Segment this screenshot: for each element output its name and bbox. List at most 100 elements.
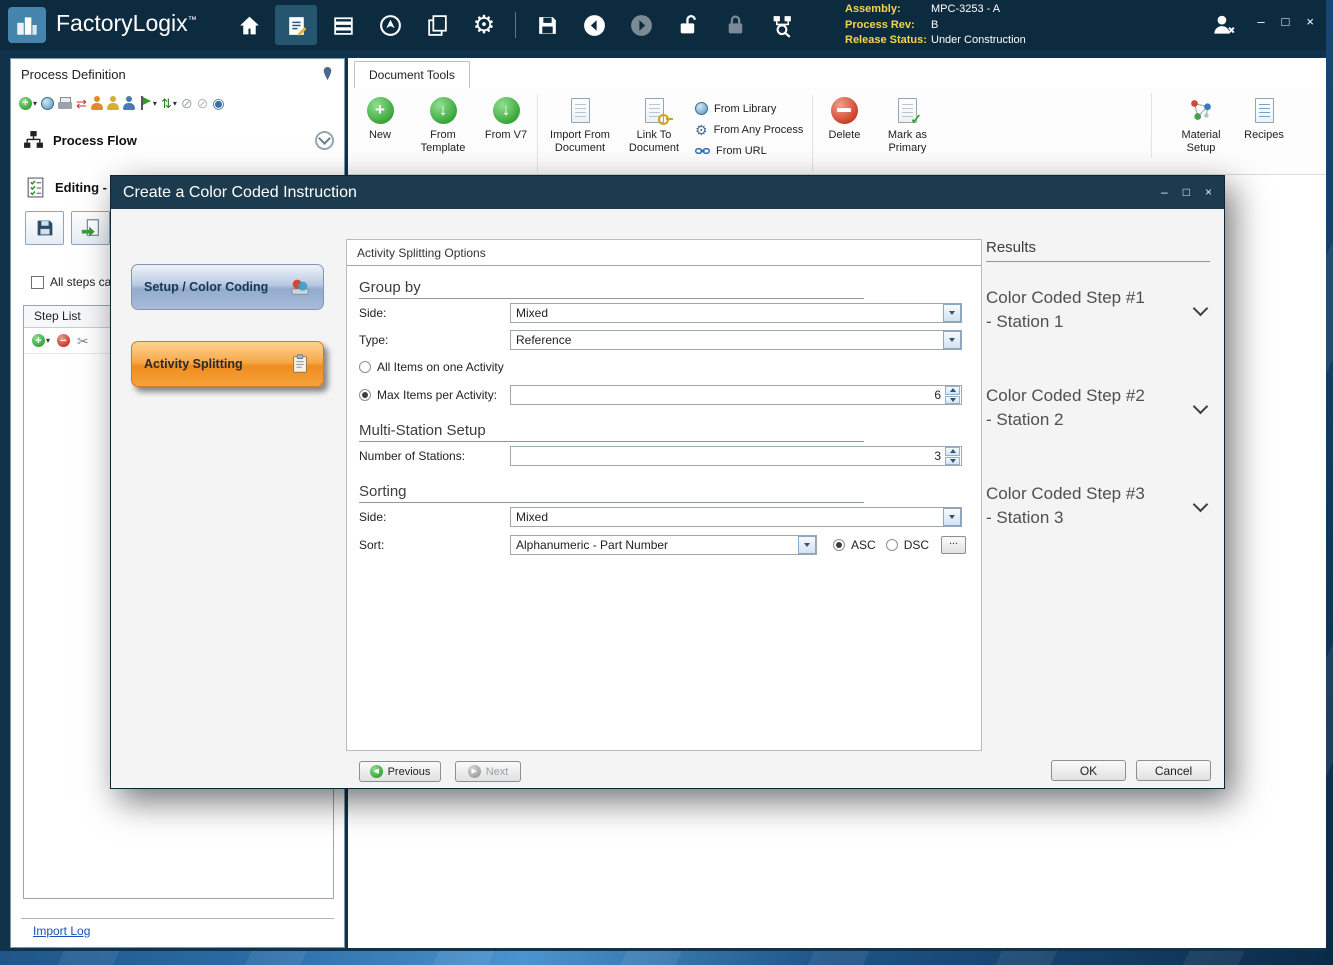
chevron-down-icon[interactable] xyxy=(1193,399,1209,415)
add-step-icon[interactable]: +▾ xyxy=(19,94,37,112)
dropdown-arrow-icon[interactable] xyxy=(943,331,961,349)
previous-button[interactable]: ◀ Previous xyxy=(359,761,441,782)
from-library-button[interactable]: From Library xyxy=(695,99,803,118)
disable-icon[interactable]: ⊘ xyxy=(181,94,193,112)
app-titlebar: FactoryLogix™ ⚙ xyxy=(0,0,1326,50)
process-gears-icon: ⚙ xyxy=(695,123,708,137)
material-setup-button[interactable]: Material Setup xyxy=(1164,93,1238,158)
settings-gear-icon[interactable]: ⚙ xyxy=(463,5,505,45)
logout-user-icon[interactable] xyxy=(1205,8,1241,42)
mark-as-primary-button[interactable]: ✓ Mark as Primary xyxy=(870,93,944,158)
forward-icon xyxy=(620,5,662,45)
delete-button[interactable]: Delete xyxy=(818,93,870,145)
stop-icon[interactable]: ⊘ xyxy=(197,94,209,112)
process-flow-label: Process Flow xyxy=(53,133,137,148)
dialog-title: Create a Color Coded Instruction xyxy=(123,176,357,209)
result-item[interactable]: Color Coded Step #1 - Station 1 xyxy=(986,286,1210,334)
spin-up-icon[interactable] xyxy=(945,386,960,395)
spin-down-icon[interactable] xyxy=(945,396,960,405)
delete-circle-icon xyxy=(831,97,858,124)
process-definition-icon[interactable] xyxy=(275,5,317,45)
dropdown-arrow-icon[interactable] xyxy=(943,304,961,322)
record-icon[interactable]: ◉ xyxy=(212,94,224,112)
process-rev-value: B xyxy=(931,19,938,31)
dropdown-arrow-icon[interactable] xyxy=(943,508,961,526)
all-items-radio[interactable] xyxy=(359,361,371,373)
stations-stepper[interactable]: 3 xyxy=(510,446,962,466)
save-step-button[interactable] xyxy=(25,211,64,245)
maximize-button[interactable]: □ xyxy=(1282,15,1290,28)
reorder-icon[interactable]: ⇅▾ xyxy=(161,94,177,112)
nav-setup-color-coding[interactable]: Setup / Color Coding xyxy=(131,264,324,310)
link-to-document-button[interactable]: Link To Document xyxy=(617,93,691,158)
dropdown-arrow-icon[interactable] xyxy=(798,536,816,554)
deploy-icon[interactable] xyxy=(369,5,411,45)
cancel-button[interactable]: Cancel xyxy=(1136,760,1211,781)
sort-more-button[interactable]: ... xyxy=(941,536,966,554)
panel-header: Activity Splitting Options xyxy=(347,240,981,266)
unlock-icon[interactable] xyxy=(667,5,709,45)
cut-icon[interactable]: ✂ xyxy=(77,332,89,350)
all-steps-checkbox[interactable] xyxy=(31,276,44,289)
operator-icon[interactable] xyxy=(91,94,103,112)
nav-activity-splitting[interactable]: Activity Splitting xyxy=(131,341,324,387)
ok-button[interactable]: OK xyxy=(1051,760,1126,781)
panel-divider xyxy=(21,918,334,919)
person-icon[interactable] xyxy=(123,94,135,112)
sort-label: Sort: xyxy=(359,538,510,552)
minimize-button[interactable]: – xyxy=(1257,15,1264,28)
result-item[interactable]: Color Coded Step #2 - Station 2 xyxy=(986,384,1210,432)
down-arrow-circle-icon: ↓ xyxy=(493,97,520,124)
type-dropdown[interactable]: Reference xyxy=(510,330,962,350)
recipes-button[interactable]: Recipes xyxy=(1238,93,1290,158)
document-key-icon xyxy=(645,98,664,123)
swap-icon[interactable]: ⇄ xyxy=(76,94,87,112)
pin-icon[interactable] xyxy=(320,66,335,81)
close-button[interactable]: × xyxy=(1306,15,1314,28)
from-any-process-button[interactable]: ⚙ From Any Process xyxy=(695,120,803,139)
sort-dropdown[interactable]: Alphanumeric - Part Number xyxy=(510,535,817,555)
chevron-down-icon[interactable] xyxy=(1193,497,1209,513)
remove-icon[interactable]: − xyxy=(57,332,70,350)
back-icon[interactable] xyxy=(573,5,615,45)
chevron-down-icon[interactable] xyxy=(1193,301,1209,317)
titlebar-divider xyxy=(515,12,516,38)
result-item[interactable]: Color Coded Step #3 - Station 3 xyxy=(986,482,1210,530)
import-from-document-button[interactable]: Import From Document xyxy=(543,93,617,158)
new-document-button[interactable]: + New xyxy=(354,93,406,145)
max-items-stepper[interactable]: 6 xyxy=(510,385,962,405)
release-status-label: Release Status: xyxy=(845,33,931,49)
dialog-close-button[interactable]: × xyxy=(1205,186,1212,198)
import-step-button[interactable] xyxy=(71,211,110,245)
home-icon[interactable] xyxy=(228,5,270,45)
next-button[interactable]: ▶ Next xyxy=(455,761,521,782)
sort-side-dropdown[interactable]: Mixed xyxy=(510,507,962,527)
process-search-icon[interactable] xyxy=(761,5,803,45)
spin-up-icon[interactable] xyxy=(945,447,960,456)
dialog-maximize-button[interactable]: □ xyxy=(1183,186,1190,198)
save-icon[interactable] xyxy=(526,5,568,45)
flag-icon[interactable]: ▾ xyxy=(139,94,157,112)
web-link-icon[interactable] xyxy=(41,94,54,112)
asc-radio[interactable] xyxy=(833,539,845,551)
side-dropdown[interactable]: Mixed xyxy=(510,303,962,323)
print-icon[interactable] xyxy=(58,94,72,112)
documents-icon[interactable] xyxy=(416,5,458,45)
spin-down-icon[interactable] xyxy=(945,457,960,466)
import-log-link[interactable]: Import Log xyxy=(33,924,90,938)
from-v7-button[interactable]: ↓ From V7 xyxy=(480,93,532,145)
from-template-button[interactable]: ↓ From Template xyxy=(406,93,480,158)
production-icon[interactable] xyxy=(322,5,364,45)
from-url-button[interactable]: From URL xyxy=(695,141,803,160)
max-items-radio[interactable] xyxy=(359,389,371,401)
tab-document-tools[interactable]: Document Tools xyxy=(354,61,470,88)
all-steps-checkbox-row[interactable]: All steps ca xyxy=(31,275,111,289)
dsc-radio[interactable] xyxy=(886,539,898,551)
trainee-icon[interactable] xyxy=(107,94,119,112)
collapse-chevron-icon[interactable] xyxy=(315,131,334,150)
app-window: FactoryLogix™ ⚙ xyxy=(0,0,1326,951)
sorting-title: Sorting xyxy=(359,483,981,500)
add-icon[interactable]: +▾ xyxy=(32,332,50,350)
dialog-minimize-button[interactable]: – xyxy=(1161,186,1168,198)
process-flow-header[interactable]: Process Flow xyxy=(23,127,334,153)
